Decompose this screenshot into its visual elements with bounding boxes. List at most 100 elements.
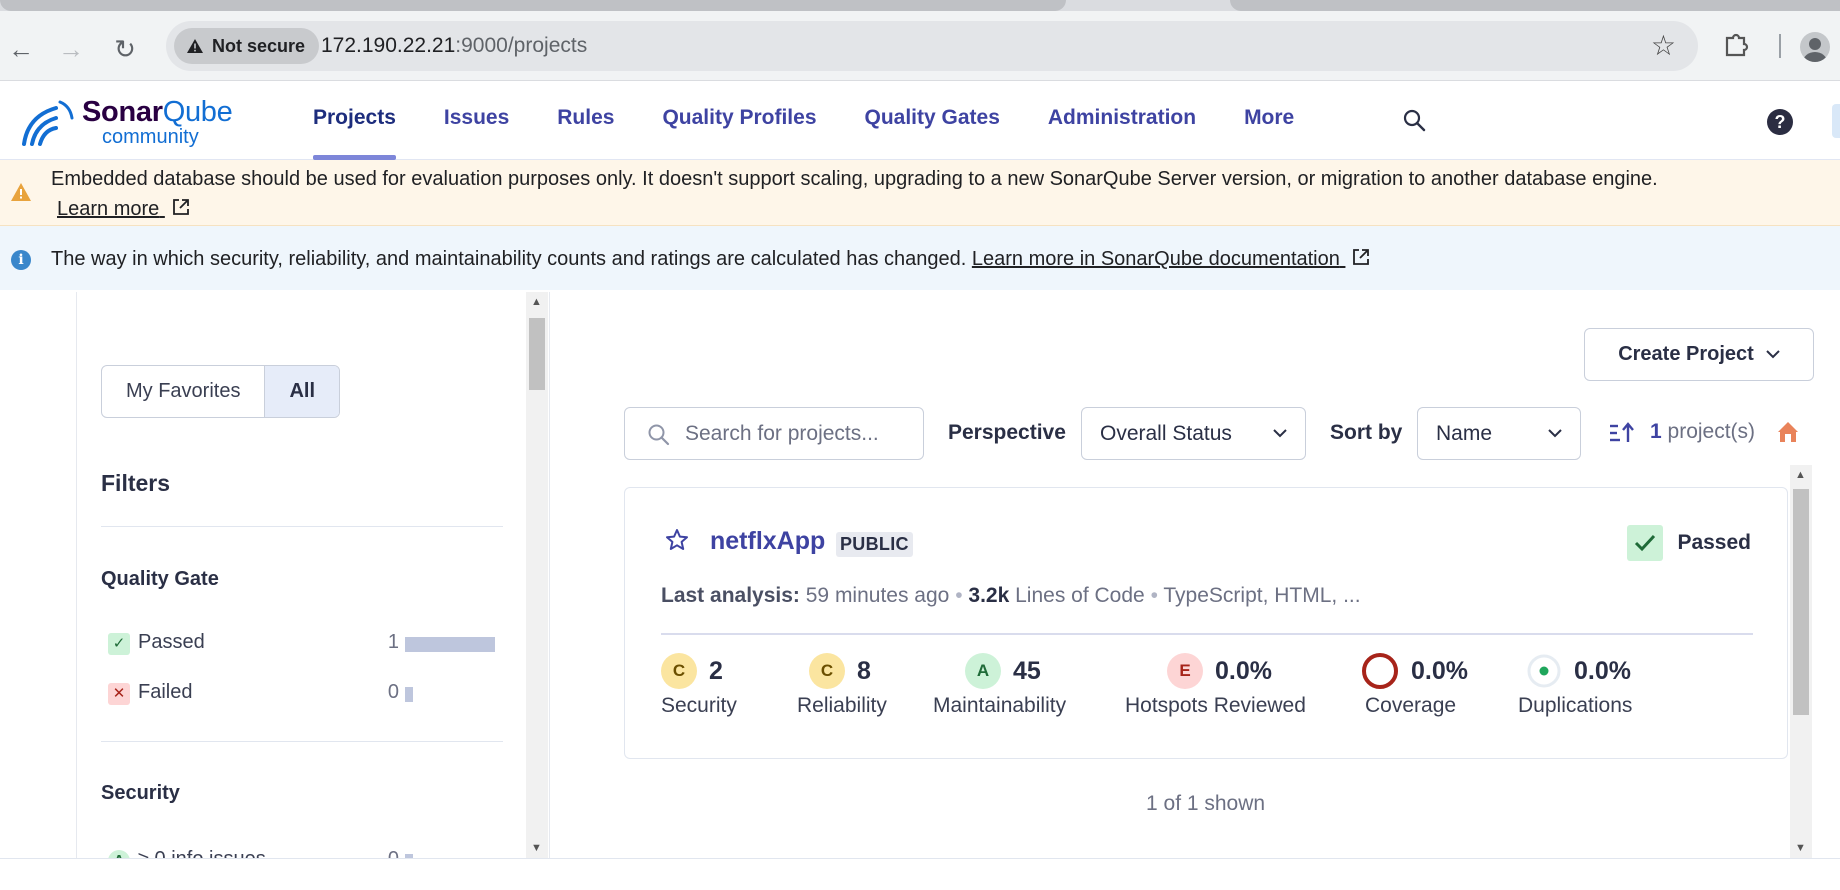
sonar-waves-icon [22, 100, 74, 146]
last-analysis-label: Last analysis: [661, 584, 800, 607]
nav-quality-gates[interactable]: Quality Gates [865, 82, 1000, 160]
metric-value: 0.0% [1215, 656, 1272, 685]
create-project-button[interactable]: Create Project [1584, 328, 1814, 381]
sort-ascending-icon[interactable] [1608, 422, 1636, 444]
scrollbar-thumb[interactable] [529, 318, 545, 390]
nav-more[interactable]: More [1244, 82, 1294, 160]
info-banner: i The way in which security, reliability… [0, 226, 1840, 290]
home-icon[interactable] [1776, 420, 1800, 444]
app-header: SonarQube community Projects Issues Rule… [0, 82, 1840, 160]
sidebar-scrollbar[interactable]: ▲ ▼ [526, 292, 548, 858]
meta-separator: • [955, 584, 963, 607]
filter-label: Failed [138, 681, 193, 703]
project-count-suffix: project(s) [1661, 420, 1756, 443]
reload-icon[interactable]: ↻ [110, 34, 140, 64]
browser-toolbar: ← → ↻ Not secure 172.190.22.21:9000/proj… [0, 11, 1840, 81]
logo-sonar: Sonar [82, 96, 163, 128]
browser-tab[interactable] [1230, 0, 1840, 11]
sort-select[interactable]: Name [1417, 407, 1581, 460]
scroll-up-icon[interactable]: ▲ [1795, 469, 1806, 481]
filter-passed[interactable]: ✓ Passed 1 [101, 629, 505, 659]
project-name-link[interactable]: netflxApp [710, 527, 825, 556]
filter-bar [405, 637, 495, 652]
metric-security[interactable]: C 2 Security [661, 651, 737, 718]
favorites-toggle: My Favorites All [101, 365, 341, 418]
loc-label: Lines of Code [1015, 584, 1145, 607]
nav-issues[interactable]: Issues [444, 82, 509, 160]
divider [101, 526, 503, 527]
metric-coverage[interactable]: 0.0% Coverage [1362, 651, 1468, 718]
filter-count: 1 [387, 631, 399, 653]
scrollbar-thumb[interactable] [1793, 489, 1809, 715]
avatar[interactable] [1832, 104, 1840, 138]
project-search[interactable] [624, 407, 924, 460]
filter-security-a[interactable]: A ≥ 0 info issues 0 [101, 846, 505, 858]
rating-a-icon: A [108, 850, 130, 858]
metric-reliability[interactable]: C 8 Reliability [797, 651, 887, 718]
extensions-puzzle-icon[interactable] [1722, 30, 1750, 58]
filter-failed[interactable]: ✕ Failed 0 [101, 679, 505, 709]
metric-label: Maintainability [933, 694, 1067, 717]
perspective-value: Overall Status [1100, 422, 1232, 445]
main-scrollbar[interactable]: ▲ ▼ [1790, 465, 1812, 858]
filters-title: Filters [101, 470, 171, 496]
bookmark-star-icon[interactable]: ☆ [1651, 29, 1676, 62]
warning-learn-more-link[interactable]: Learn more [57, 197, 191, 221]
project-meta: Last analysis: 59 minutes ago • 3.2k Lin… [661, 584, 1361, 608]
chevron-down-icon [1766, 350, 1780, 359]
scroll-down-icon[interactable]: ▼ [531, 842, 542, 854]
nav-projects[interactable]: Projects [313, 82, 396, 160]
metric-value: 45 [1013, 656, 1041, 685]
last-analysis-value: 59 minutes ago [805, 584, 950, 607]
scroll-up-icon[interactable]: ▲ [531, 296, 542, 308]
info-message: The way in which security, reliability, … [51, 247, 1371, 271]
security-chip[interactable]: Not secure [174, 28, 320, 64]
address-bar[interactable]: Not secure 172.190.22.21:9000/projects ☆ [166, 21, 1698, 71]
learn-more-label: Learn more [57, 198, 160, 220]
search-input[interactable] [685, 420, 905, 448]
chevron-down-icon [1273, 429, 1287, 438]
nav-administration[interactable]: Administration [1048, 82, 1196, 160]
back-icon[interactable]: ← [6, 34, 36, 64]
sort-label: Sort by [1330, 421, 1403, 444]
info-icon: i [11, 250, 31, 270]
forward-icon[interactable]: → [56, 34, 86, 64]
viewport-bottom-edge [0, 858, 1840, 859]
metric-maintainability[interactable]: A 45 Maintainability [933, 651, 1066, 718]
perspective-select[interactable]: Overall Status [1081, 407, 1306, 460]
chevron-down-icon [1548, 429, 1562, 438]
results-shown: 1 of 1 shown [1146, 792, 1266, 815]
meta-separator: • [1150, 584, 1158, 607]
all-button[interactable]: All [264, 366, 340, 417]
search-icon [648, 424, 670, 446]
security-label: Not secure [212, 35, 306, 56]
coverage-ring-icon [1362, 653, 1398, 689]
warning-triangle-icon [187, 39, 203, 53]
browser-tab-active[interactable] [0, 0, 1066, 11]
sort-value: Name [1436, 422, 1493, 445]
metric-duplications[interactable]: 0.0% Duplications [1518, 651, 1632, 718]
visibility-badge: PUBLIC [836, 532, 913, 557]
project-card: netflxApp PUBLIC Passed Last analysis: 5… [624, 487, 1788, 759]
my-favorites-button[interactable]: My Favorites [102, 366, 264, 417]
profile-icon[interactable] [1800, 32, 1830, 62]
create-project-label: Create Project [1618, 343, 1754, 365]
warning-banner: Embedded database should be used for eva… [0, 160, 1840, 226]
url-path: :9000/projects [455, 34, 588, 57]
search-icon[interactable] [1402, 108, 1428, 134]
metric-label: Reliability [797, 694, 887, 717]
warning-icon [11, 183, 31, 201]
divider [101, 741, 503, 742]
metric-hotspots-reviewed[interactable]: E 0.0% Hotspots Reviewed [1125, 651, 1306, 718]
scroll-down-icon[interactable]: ▼ [1795, 842, 1806, 854]
rating-badge: E [1167, 653, 1203, 689]
quality-gate-label: Passed [1677, 531, 1751, 554]
nav-quality-profiles[interactable]: Quality Profiles [662, 82, 816, 160]
security-title: Security [101, 782, 180, 804]
url-text[interactable]: 172.190.22.21:9000/projects [321, 34, 587, 58]
nav-rules[interactable]: Rules [557, 82, 614, 160]
filter-label: Passed [138, 631, 205, 653]
docs-link[interactable]: Learn more in SonarQube documentation [972, 248, 1372, 270]
help-icon[interactable]: ? [1767, 109, 1793, 135]
favorite-star-icon[interactable] [665, 528, 689, 552]
